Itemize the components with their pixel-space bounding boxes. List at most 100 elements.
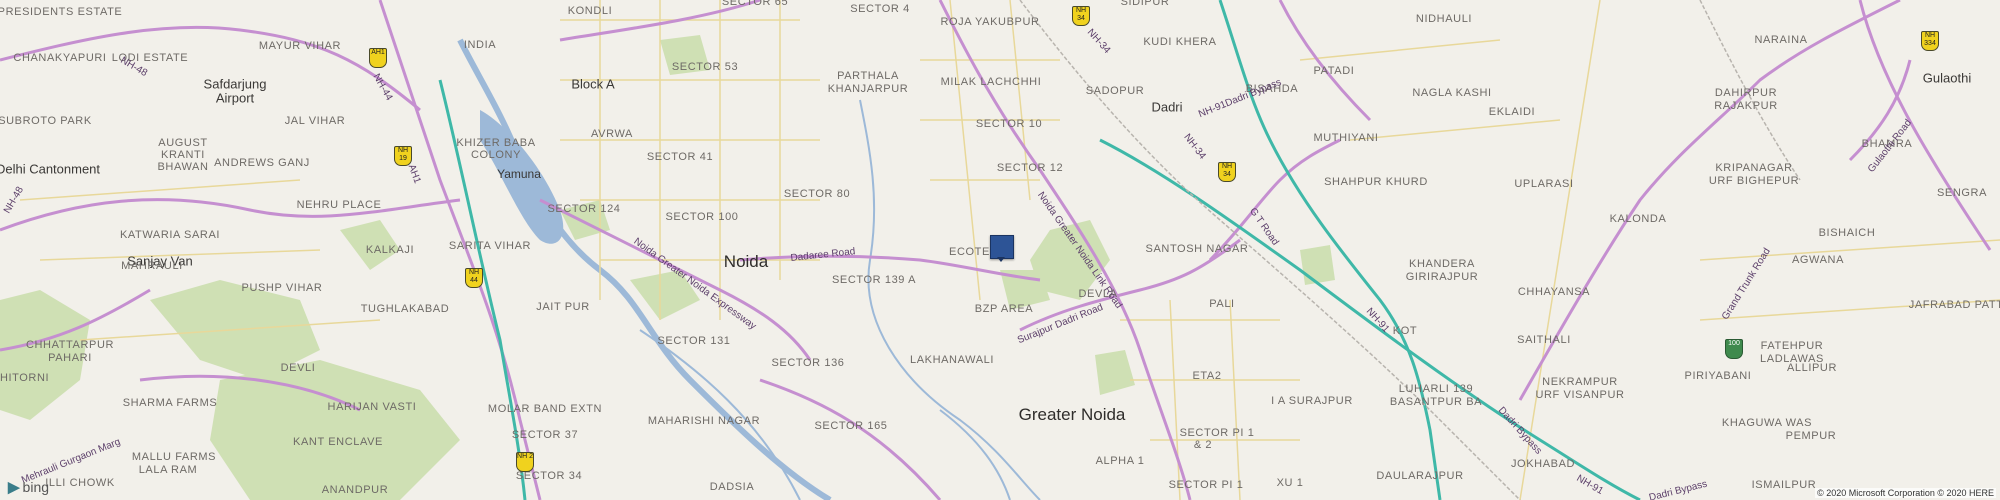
bing-logo-icon: ▶ bbox=[8, 479, 20, 496]
place-label: URF BIGHEPUR bbox=[1708, 175, 1800, 187]
place-label: XU 1 bbox=[1276, 477, 1304, 489]
river-label: Yamuna bbox=[497, 167, 541, 181]
place-label: GHITORNI bbox=[0, 372, 50, 384]
place-label: & 2 bbox=[1193, 439, 1213, 451]
place-label: CHANAKYAPURI bbox=[13, 52, 107, 64]
place-label: JAFRABAD PATTI bbox=[1908, 299, 2000, 311]
place-label: Block A bbox=[571, 76, 615, 92]
place-label: KHAGUWA WAS bbox=[1721, 417, 1813, 429]
place-label: AVRWA bbox=[591, 128, 633, 140]
place-label: SECTOR 165 bbox=[814, 420, 888, 432]
map-canvas[interactable]: PRESIDENTS ESTATE KONDLI SECTOR 65 SECTO… bbox=[0, 0, 2000, 500]
place-label: INDIA bbox=[463, 39, 497, 51]
place-label: SECTOR 80 bbox=[783, 188, 851, 200]
place-label: URF VISANPUR bbox=[1535, 389, 1625, 401]
place-label: SECTOR 131 bbox=[657, 335, 731, 347]
place-label: DAULARAJPUR bbox=[1376, 470, 1464, 482]
route-shield: NH 44 bbox=[465, 268, 483, 288]
place-label: SECTOR 4 bbox=[850, 3, 910, 15]
place-label: DEVLI bbox=[280, 362, 316, 374]
place-label: KOT bbox=[1392, 325, 1418, 337]
place-label: SECTOR 41 bbox=[646, 151, 714, 163]
place-label: KUDI KHERA bbox=[1143, 36, 1217, 48]
place-label: SECTOR 139 A bbox=[831, 274, 917, 286]
place-label: BISHAICH bbox=[1818, 227, 1876, 239]
place-label: SIDIPUR bbox=[1120, 0, 1170, 8]
place-label: ALPHA 1 bbox=[1095, 455, 1145, 467]
place-label: LUHARLI 139 bbox=[1398, 383, 1474, 395]
place-label: NEHRU PLACE bbox=[296, 199, 382, 211]
location-marker-pointer bbox=[997, 257, 1005, 262]
place-label: PARTHALA bbox=[837, 70, 899, 82]
place-label: Greater Noida bbox=[1018, 405, 1126, 424]
place-label: ILLI CHOWK bbox=[45, 477, 115, 489]
place-label: KHANDERA bbox=[1409, 258, 1475, 270]
map-copyright: © 2020 Microsoft Corporation © 2020 HERE bbox=[1815, 488, 1996, 498]
place-label: MALLU FARMS bbox=[131, 451, 217, 463]
route-shield: NH 2 bbox=[516, 452, 534, 472]
route-shield: NH 19 bbox=[394, 146, 412, 166]
place-label: SECTOR 124 bbox=[547, 203, 621, 215]
place-label: SECTOR 37 bbox=[511, 429, 579, 441]
bing-logo: ▶ bing bbox=[8, 478, 49, 496]
place-label: SADOPUR bbox=[1085, 85, 1145, 97]
place-label: SECTOR PI 1 bbox=[1179, 427, 1255, 439]
place-label: SENGRA bbox=[1936, 187, 1988, 199]
place-label: LALA RAM bbox=[138, 464, 198, 476]
place-label: AUGUST bbox=[158, 137, 208, 149]
place-label: PALI bbox=[1209, 298, 1235, 310]
place-label: EKLAIDI bbox=[1488, 106, 1536, 118]
place-label: KHANJARPUR bbox=[827, 83, 909, 95]
place-label: PIRIYABANI bbox=[1684, 370, 1752, 382]
place-label: PAHARI bbox=[48, 352, 92, 364]
place-label: ETA2 bbox=[1192, 370, 1222, 382]
place-label: ANDREWS GANJ bbox=[214, 157, 310, 169]
route-shield: NH 34 bbox=[1218, 162, 1236, 182]
place-label: JAIT PUR bbox=[536, 301, 590, 313]
place-label: ISMAILPUR bbox=[1751, 479, 1817, 491]
route-shield: 100 bbox=[1725, 339, 1743, 359]
location-marker-icon[interactable] bbox=[990, 235, 1014, 259]
place-label: HARIJAN VASTI bbox=[327, 401, 417, 413]
place-label: SECTOR 53 bbox=[671, 61, 739, 73]
place-label: SECTOR 12 bbox=[996, 162, 1064, 174]
place-label: UPLARASI bbox=[1514, 178, 1574, 190]
place-label: DAHIRPUR bbox=[1714, 87, 1778, 99]
place-label: DADSIA bbox=[709, 481, 755, 493]
railway bbox=[1019, 0, 1801, 500]
place-label: RAJAKPUR bbox=[1714, 100, 1778, 112]
route-shield: NH 34 bbox=[1072, 6, 1090, 26]
place-label: CHHAYANSA bbox=[1517, 286, 1591, 298]
route-shield: AH1 bbox=[369, 48, 387, 68]
place-label: KALKAJI bbox=[365, 244, 415, 256]
place-label: ALLIPUR bbox=[1786, 362, 1838, 374]
place-label: SECTOR 136 bbox=[771, 357, 845, 369]
place-label: LAKHANAWALI bbox=[909, 354, 995, 366]
place-label: PRESIDENTS ESTATE bbox=[0, 6, 123, 18]
bing-logo-text: bing bbox=[22, 479, 50, 495]
place-label: ANANDPUR bbox=[321, 484, 389, 496]
place-label: SECTOR PI 1 bbox=[1168, 479, 1244, 491]
place-label: CHHATTARPUR bbox=[25, 339, 115, 351]
place-label: KALONDA bbox=[1609, 213, 1667, 225]
place-label: PEMPUR bbox=[1785, 430, 1837, 442]
place-label: SANTOSH NAGAR bbox=[1145, 243, 1249, 255]
place-label: SHARMA FARMS bbox=[122, 397, 218, 409]
place-label: SECTOR 10 bbox=[975, 118, 1043, 130]
place-label: NIDHAULI bbox=[1415, 13, 1473, 25]
place-label: KHIZER BABA bbox=[456, 137, 536, 149]
place-label: BHAWAN bbox=[157, 161, 209, 173]
place-label: PUSHP VIHAR bbox=[241, 282, 323, 294]
place-label: KRANTI bbox=[161, 149, 205, 161]
place-label: Noida bbox=[723, 252, 769, 271]
place-label: I A SURAJPUR bbox=[1271, 395, 1353, 407]
place-label: MAHRAULI bbox=[121, 260, 183, 272]
place-label: ROJA YAKUBPUR bbox=[940, 16, 1040, 28]
place-label: FATEHPUR bbox=[1760, 340, 1824, 352]
place-label: KONDLI bbox=[567, 5, 613, 17]
place-label: BASANTPUR BA bbox=[1389, 396, 1483, 408]
place-label: NAGLA KASHI bbox=[1412, 87, 1492, 99]
place-label: Dadri bbox=[1151, 99, 1183, 115]
place-label: KRIPANAGAR bbox=[1715, 162, 1793, 174]
place-label: NEKRAMPUR bbox=[1542, 376, 1618, 388]
